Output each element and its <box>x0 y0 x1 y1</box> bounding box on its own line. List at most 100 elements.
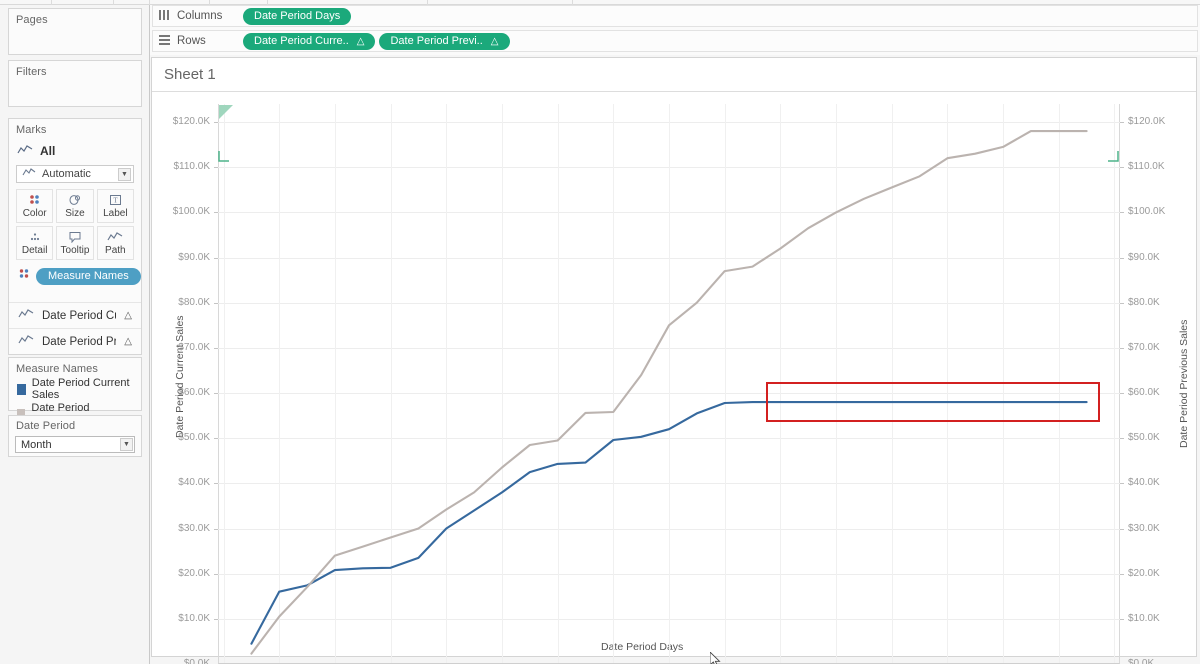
line-mark-icon <box>18 335 34 348</box>
marks-color-button[interactable]: Color <box>16 189 54 223</box>
y-axis-tick <box>214 618 218 620</box>
columns-shelf-label-group: Columns <box>153 9 243 23</box>
rows-shelf[interactable]: Rows Date Period Curre.. △ Date Period P… <box>152 30 1198 52</box>
label-icon: T <box>109 193 122 207</box>
pages-card[interactable]: Pages <box>8 8 142 55</box>
y-axis-left-ticklabel: $70.0K <box>178 341 210 353</box>
measure-names-pill[interactable]: Measure Names <box>36 267 141 285</box>
y-axis-left-ticklabel: $20.0K <box>178 567 210 579</box>
marks-path-button[interactable]: Path <box>96 226 134 260</box>
pill-date-period-previous-sales-label: Date Period Previ.. <box>390 35 483 47</box>
y-axis-tick <box>214 347 218 349</box>
marks-all-row[interactable]: All <box>9 140 141 165</box>
color-palette-icon <box>28 193 42 207</box>
marks-all-label: All <box>40 144 56 158</box>
y-axis-right-ticklabel: $60.0K <box>1128 387 1160 398</box>
y-axis-tick-right <box>1120 618 1124 620</box>
y-axis-tick-right <box>1120 573 1124 575</box>
marks-detail-button[interactable]: Detail <box>16 226 54 260</box>
y-axis-tick-right <box>1120 393 1124 394</box>
marks-card-title: Marks <box>16 124 47 136</box>
marks-field-current-sales-label: Date Period Current ... <box>42 309 116 322</box>
pill-date-period-current-sales[interactable]: Date Period Curre.. △ <box>243 32 376 50</box>
y-axis-left-ticklabel: $40.0K <box>178 477 210 489</box>
y-axis-right-ticklabel: $0.0K <box>1128 658 1155 664</box>
y-axis-tick <box>214 167 218 169</box>
marks-label-label: Label <box>103 208 128 219</box>
delta-icon: △ <box>356 35 365 47</box>
y-axis-right-ticklabel: $80.0K <box>1128 296 1160 308</box>
svg-text:T: T <box>113 197 118 205</box>
y-axis-left-ticklabel: $120.0K <box>172 116 210 128</box>
marks-card: Marks All Automatic ▼ Color Size T Label… <box>8 118 142 355</box>
marks-tooltip-button[interactable]: Tooltip <box>56 226 94 260</box>
mark-type-select[interactable]: Automatic ▼ <box>16 165 134 183</box>
y-axis-left-ticklabel: $10.0K <box>178 612 210 624</box>
color-palette-icon <box>18 267 31 285</box>
marks-size-label: Size <box>65 208 85 219</box>
columns-icon <box>159 9 170 23</box>
y-axis-right-ticklabel: $40.0K <box>1128 477 1160 489</box>
filters-card[interactable]: Filters <box>8 60 142 107</box>
chevron-down-icon[interactable]: ▼ <box>118 168 131 181</box>
y-axis-right-ticklabel: $100.0K <box>1128 206 1166 218</box>
marks-tooltip-label: Tooltip <box>60 245 90 256</box>
left-panel: Pages Filters Marks All Automatic ▼ Colo… <box>0 5 150 664</box>
marks-color-pill-row[interactable]: Measure Names <box>9 260 141 285</box>
y-axis-left-title[interactable]: Date Period Current Sales <box>174 315 186 438</box>
tooltip-icon <box>68 230 82 244</box>
y-axis-left-ticklabel: $30.0K <box>178 522 210 534</box>
marks-label-button[interactable]: T Label <box>96 189 134 223</box>
mark-buttons-grid: Color Size T Label Detail Tooltip Path <box>9 189 141 260</box>
marks-detail-label: Detail <box>21 245 48 256</box>
marks-path-label: Path <box>105 245 126 256</box>
marks-field-previous-sales-label: Date Period Previou... <box>42 335 117 348</box>
y-axis-right-ticklabel: $120.0K <box>1128 116 1166 128</box>
size-icon <box>68 193 82 207</box>
chevron-down-icon[interactable]: ▼ <box>120 438 133 451</box>
worksheet-canvas: Sheet 1 Date Period Current Sales Date P… <box>151 57 1197 664</box>
detail-icon <box>28 230 42 244</box>
y-axis-tick <box>214 257 218 259</box>
marks-field-previous-sales[interactable]: Date Period Previou... △ <box>9 328 141 354</box>
y-axis-tick-right <box>1120 438 1124 440</box>
axis-corner-handle[interactable] <box>218 150 232 164</box>
axis-corner-handle-right[interactable] <box>1106 150 1120 164</box>
y-axis-tick <box>214 438 218 440</box>
columns-shelf[interactable]: Columns Date Period Days <box>152 5 1198 27</box>
y-axis-left-ticklabel: $0.0K <box>183 658 210 664</box>
pill-date-period-days[interactable]: Date Period Days <box>243 7 352 25</box>
page-title[interactable]: Sheet 1 <box>164 66 216 83</box>
y-axis-tick-right <box>1120 212 1124 214</box>
y-axis-right-title[interactable]: Date Period Previous Sales <box>1178 320 1190 448</box>
y-axis-left-ticklabel: $90.0K <box>178 251 210 263</box>
pill-date-period-days-label: Date Period Days <box>254 10 341 22</box>
pill-date-period-current-sales-label: Date Period Curre.. <box>254 35 349 47</box>
y-axis-right-ticklabel: $110.0K <box>1128 161 1165 173</box>
delta-icon: △ <box>490 35 499 47</box>
y-axis-tick <box>214 573 218 575</box>
y-axis-tick <box>214 122 218 124</box>
y-axis-tick-right <box>1120 528 1124 530</box>
y-axis-right-ticklabel: $30.0K <box>1128 522 1160 534</box>
date-period-select[interactable]: Month ▼ <box>15 436 135 453</box>
y-axis-right-ticklabel: $90.0K <box>1128 251 1160 263</box>
marks-field-current-sales[interactable]: Date Period Current ... △ <box>9 302 141 328</box>
mark-type-label: Automatic <box>42 168 91 180</box>
title-divider <box>152 91 1196 92</box>
rows-icon <box>159 34 170 48</box>
y-axis-left-ticklabel: $60.0K <box>178 387 210 398</box>
legend-title: Measure Names <box>16 363 98 375</box>
filters-card-title: Filters <box>16 66 47 78</box>
y-axis-tick-right <box>1120 483 1124 485</box>
pill-date-period-previous-sales[interactable]: Date Period Previ.. △ <box>379 32 510 50</box>
marks-size-button[interactable]: Size <box>56 189 94 223</box>
legend-item-current-sales[interactable]: Date Period Current Sales <box>9 377 141 402</box>
red-highlight-rectangle <box>766 381 1101 423</box>
y-axis-right-ticklabel: $70.0K <box>1128 341 1160 353</box>
date-period-value: Month <box>21 438 52 451</box>
tableau-worksheet-window: Pages Filters Marks All Automatic ▼ Colo… <box>0 0 1200 664</box>
series-line[interactable] <box>250 401 1088 645</box>
delta-icon: △ <box>124 310 132 321</box>
legend-label-current: Date Period Current Sales <box>31 377 130 401</box>
